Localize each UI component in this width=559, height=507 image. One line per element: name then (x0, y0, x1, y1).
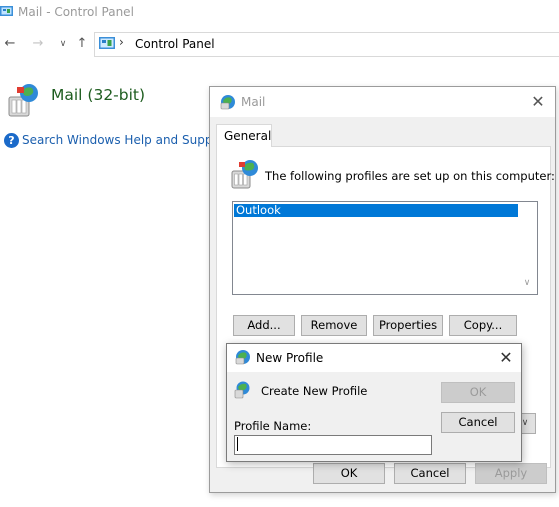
new-profile-title: New Profile (256, 351, 324, 365)
mail-icon (235, 350, 250, 365)
control-panel-titlebar: Mail - Control Panel (0, 0, 559, 26)
mail-icon (231, 160, 258, 189)
tab-label: General (224, 129, 272, 143)
control-panel-icon (0, 6, 13, 16)
breadcrumb-control-panel[interactable]: Control Panel (135, 37, 215, 51)
up-button[interactable]: ↑ (72, 34, 92, 54)
new-profile-titlebar: New Profile ✕ (227, 344, 521, 372)
close-icon: ✕ (531, 92, 545, 111)
scroll-down-icon[interactable]: ∨ (521, 278, 533, 290)
mail-icon (8, 84, 38, 117)
address-row: ← → ∨ ↑ › Control Panel (0, 31, 559, 57)
forward-button[interactable]: → (28, 34, 48, 54)
text-cursor (237, 437, 238, 451)
profile-name-label: Profile Name: (234, 419, 312, 433)
mail-icon (220, 95, 235, 110)
back-button[interactable]: ← (0, 34, 20, 54)
tab-general[interactable]: General (216, 124, 272, 147)
close-icon: ✕ (499, 348, 513, 367)
new-profile-dialog: New Profile ✕ Create New Profile OK Canc… (226, 343, 522, 462)
close-button[interactable]: ✕ (527, 91, 549, 113)
chevron-down-icon: ∨ (59, 39, 67, 49)
window-title: Mail - Control Panel (18, 5, 134, 19)
recent-locations-button[interactable]: ∨ (53, 34, 73, 54)
arrow-left-icon: ← (4, 36, 16, 51)
profile-name-input[interactable] (234, 435, 432, 455)
address-bar[interactable]: › Control Panel (94, 32, 559, 57)
list-item[interactable]: Outlook (234, 204, 518, 217)
remove-button[interactable]: Remove (301, 315, 367, 336)
cancel-button[interactable]: Cancel (394, 463, 466, 484)
page-heading[interactable]: Mail (32-bit) (51, 86, 145, 104)
profiles-description: The following profiles are set up on thi… (265, 169, 555, 183)
help-icon: ? (4, 133, 19, 148)
ok-button[interactable]: OK (313, 463, 385, 484)
profiles-list[interactable]: Outlook ∨ (232, 201, 538, 295)
help-link[interactable]: Search Windows Help and Support f (22, 133, 237, 147)
apply-button[interactable]: Apply (475, 463, 547, 484)
mail-icon (234, 381, 250, 399)
copy-button[interactable]: Copy... (449, 315, 517, 336)
cancel-button[interactable]: Cancel (441, 412, 515, 433)
mail-dialog-title: Mail (241, 95, 266, 109)
arrow-up-icon: ↑ (76, 36, 88, 51)
ok-button[interactable]: OK (441, 382, 515, 403)
breadcrumb-separator-icon: › (119, 35, 124, 49)
properties-button[interactable]: Properties (373, 315, 443, 336)
close-button[interactable]: ✕ (495, 347, 517, 369)
mail-dialog-titlebar: Mail ✕ (210, 87, 555, 117)
control-panel-icon (99, 37, 115, 49)
arrow-right-icon: → (32, 36, 44, 51)
create-profile-text: Create New Profile (261, 384, 368, 398)
chevron-down-icon: ∨ (521, 418, 529, 428)
add-button[interactable]: Add... (233, 315, 295, 336)
